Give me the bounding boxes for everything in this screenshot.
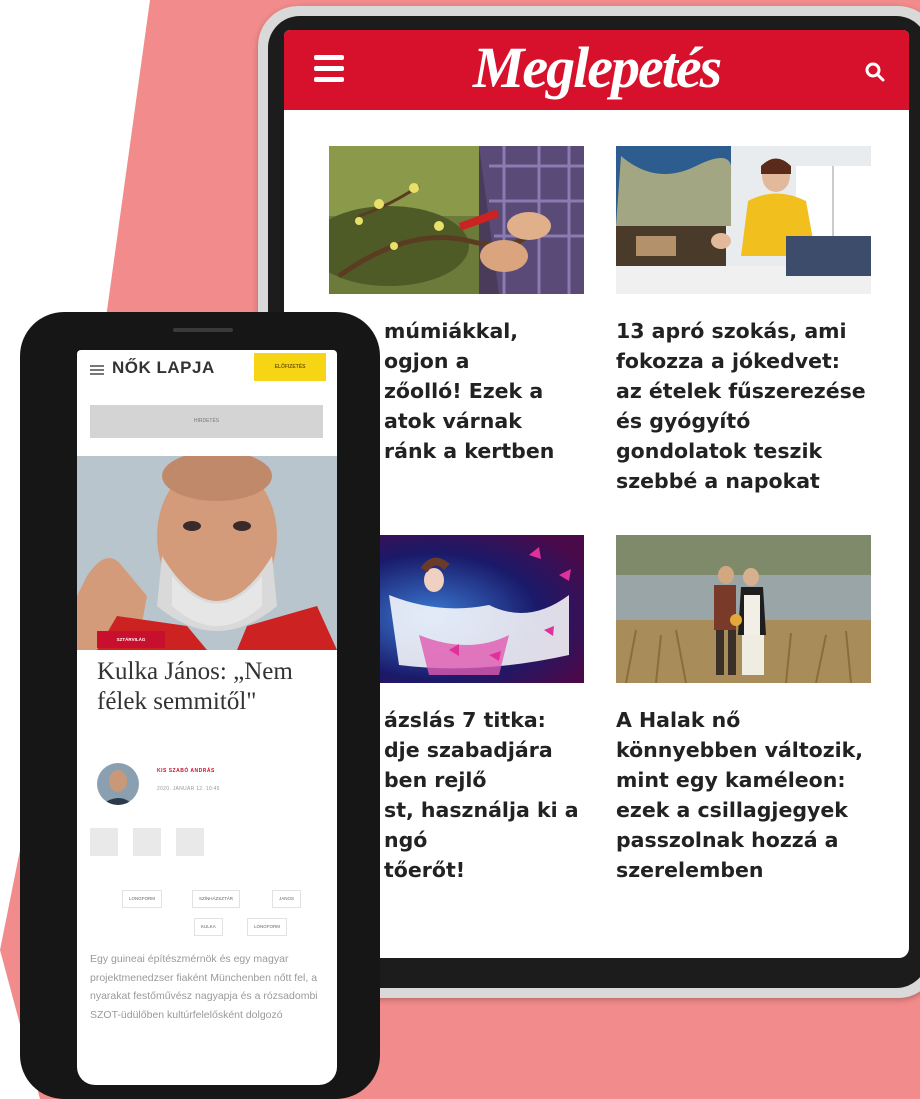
author-name[interactable]: KIS SZABÓ ANDRÁS bbox=[157, 768, 215, 774]
tag-chip[interactable]: LONGFORM bbox=[247, 918, 288, 936]
email-icon[interactable] bbox=[133, 828, 161, 856]
article-card[interactable]: A Halak nő könnyebben változik, mint egy… bbox=[616, 535, 871, 885]
article-image-radio[interactable] bbox=[616, 146, 871, 294]
category-badge[interactable]: SZTÁRVILÁG bbox=[97, 631, 165, 648]
link-icon[interactable] bbox=[176, 828, 204, 856]
search-icon[interactable] bbox=[863, 60, 887, 84]
article-title[interactable]: 13 apró szokás, ami fokozza a jókedvet: … bbox=[616, 316, 871, 496]
phone-speaker bbox=[173, 328, 233, 332]
publish-date: 2020. JANUÁR 12. 10:45 bbox=[157, 786, 220, 792]
article-title[interactable]: A Halak nő könnyebben változik, mint egy… bbox=[616, 705, 871, 885]
tag-chip[interactable]: JANOS bbox=[272, 890, 302, 908]
ad-banner[interactable]: HIRDETÉS bbox=[90, 405, 323, 438]
facebook-icon[interactable] bbox=[90, 828, 118, 856]
subscribe-button[interactable]: ELŐFIZETÉS bbox=[254, 353, 326, 381]
tag-chip[interactable]: KULKA bbox=[194, 918, 223, 936]
author-avatar[interactable] bbox=[97, 763, 139, 805]
site-logo[interactable]: NŐK LAPJA bbox=[112, 358, 215, 378]
hamburger-icon[interactable] bbox=[90, 365, 104, 375]
article-card[interactable]: 13 apró szokás, ami fokozza a jókedvet: … bbox=[616, 146, 871, 496]
article-card[interactable] bbox=[329, 146, 584, 294]
article-image-garden[interactable] bbox=[329, 146, 584, 294]
article-title: Kulka János: „Nem félek semmitől" bbox=[97, 658, 293, 715]
site-header: Meglepetés bbox=[284, 30, 909, 110]
article-image-couple[interactable] bbox=[616, 535, 871, 683]
tag-chip[interactable]: LONGFORM bbox=[122, 890, 163, 908]
tag-chip[interactable]: SZÍNHÁZSZTÁR bbox=[192, 890, 241, 908]
article-body: Egy guineai építészmérnök és egy magyar … bbox=[90, 953, 318, 1021]
site-logo[interactable]: Meglepetés bbox=[284, 32, 909, 104]
hero-image bbox=[77, 456, 337, 650]
phone-screen: NŐK LAPJA ELŐFIZETÉS HIRDETÉS SZTÁRVILÁG… bbox=[77, 350, 337, 1085]
